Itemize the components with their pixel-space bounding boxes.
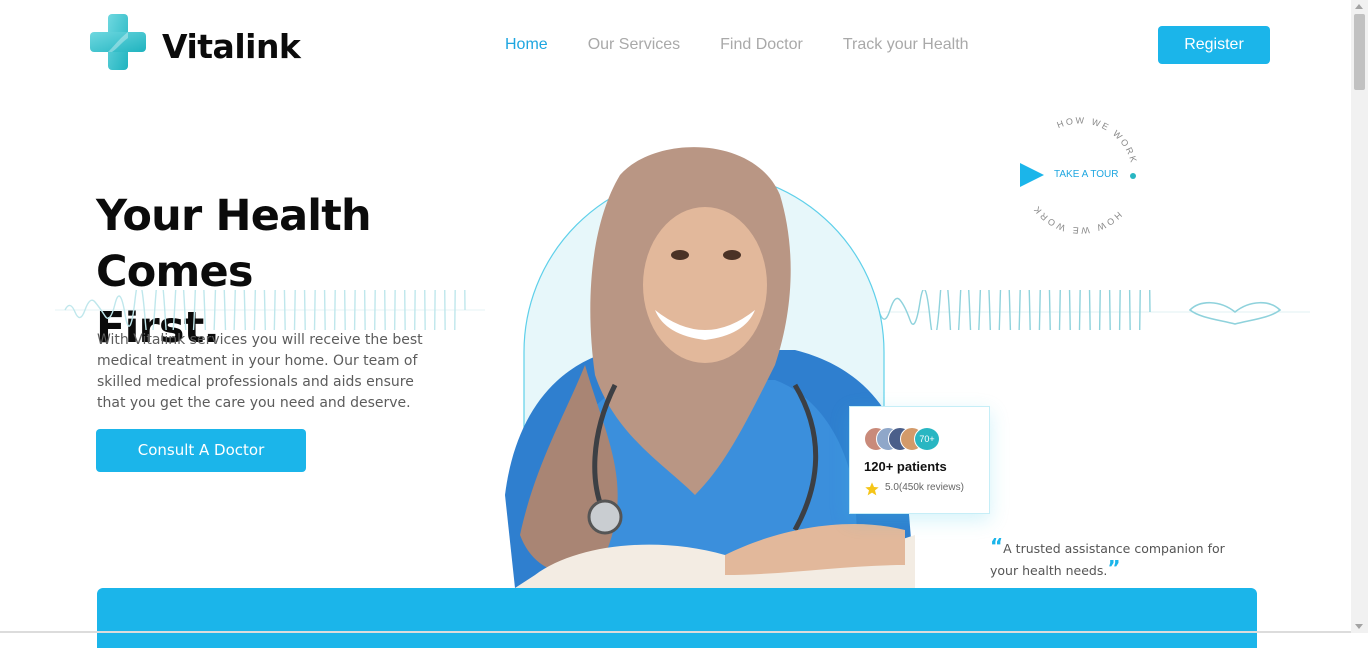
nav-find-doctor[interactable]: Find Doctor [720,35,803,55]
register-button[interactable]: Register [1158,26,1270,64]
close-quote-mark: ” [1107,556,1121,580]
testimonial-quote: “A trusted assistance companion for your… [990,536,1240,582]
nav-our-services[interactable]: Our Services [588,35,680,55]
tour-ring-text-bottom: HOW WE WORK [1031,203,1122,236]
svg-text:HOW WE WORK: HOW WE WORK [1031,203,1124,236]
scroll-down-arrow-icon[interactable] [1355,624,1363,629]
play-icon [1020,163,1044,187]
take-a-tour-widget[interactable]: HOW WE WORK HOW WE WORK TAKE A TOUR [1018,113,1143,238]
patients-card: 70+ 120+ patients 5.0(450k reviews) [849,406,990,514]
patients-count: 120+ patients [864,459,947,474]
hero-description: With Vitalink services you will receive … [97,332,423,411]
main-nav: Home Our Services Find Doctor Track your… [505,35,969,55]
tour-ring-text-top: HOW WE WORK [1056,115,1138,165]
open-quote-mark: “ [990,534,1004,558]
vertical-scrollbar[interactable] [1351,0,1368,633]
rating-text: 5.0(450k reviews) [885,482,964,493]
consult-doctor-button[interactable]: Consult A Doctor [96,429,306,472]
scroll-thumb[interactable] [1354,14,1365,90]
brand-logo[interactable]: Vitalink [88,12,308,72]
star-icon [865,482,879,496]
medical-cross-icon [90,14,146,70]
patient-avatars: 70+ [864,427,964,451]
take-a-tour-label: TAKE A TOUR [1054,169,1119,180]
heartbeat-wave-right [870,290,1310,330]
nav-home[interactable]: Home [505,35,548,55]
svg-text:HOW WE WORK: HOW WE WORK [1056,115,1140,165]
features-band [97,588,1257,648]
brand-name: Vitalink [162,27,301,66]
hero-title-line1: Your Health Comes [96,191,372,297]
scroll-up-arrow-icon[interactable] [1355,4,1363,9]
doctor-photo [505,147,915,588]
heartbeat-wave-left [55,290,485,330]
tour-ring-dot [1130,173,1136,179]
more-patients-badge: 70+ [914,427,940,451]
nav-track-health[interactable]: Track your Health [843,35,969,55]
